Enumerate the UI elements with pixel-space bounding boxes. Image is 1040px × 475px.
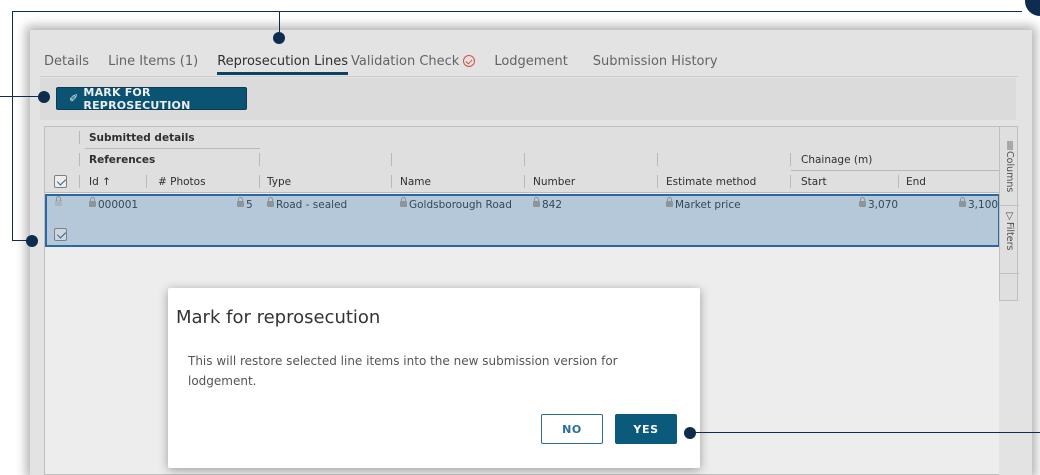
no-button[interactable]: NO	[541, 414, 603, 444]
dialog-message: This will restore selected line items in…	[188, 354, 618, 388]
confirm-dialog: Mark for reprosecution This will restore…	[168, 288, 700, 468]
dialog-title: Mark for reprosecution	[176, 307, 381, 328]
yes-button[interactable]: YES	[615, 414, 677, 444]
